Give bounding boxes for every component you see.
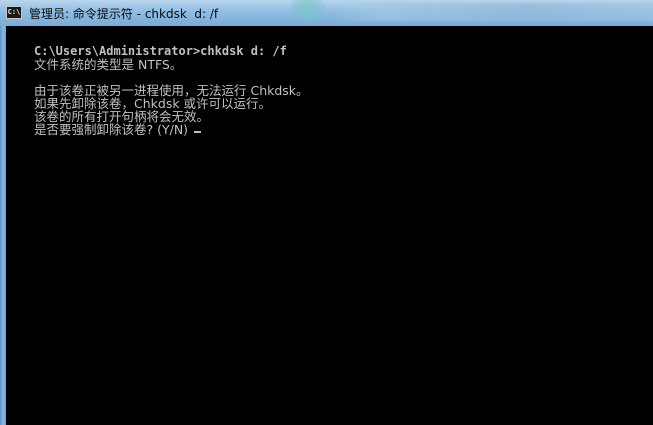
window-title: 管理员: 命令提示符 - chkdsk d: /f [29, 7, 219, 21]
console-right-edge [627, 26, 653, 425]
console-line-filesystem: 文件系统的类型是 NTFS。 [34, 57, 183, 72]
console-area[interactable]: C:\Users\Administrator>chkdsk d: /f 文件系统… [6, 26, 653, 425]
console-line-prompt: 是否要强制卸除该卷? (Y/N) [34, 122, 193, 137]
console-output: C:\Users\Administrator>chkdsk d: /f 文件系统… [34, 45, 634, 137]
title-bar[interactable]: C:\ 管理员: 命令提示符 - chkdsk d: /f [0, 0, 653, 26]
titlebar-blurred-background [330, 3, 653, 21]
command-prompt-window: C:\ 管理员: 命令提示符 - chkdsk d: /f C:\Users\A… [0, 0, 653, 425]
console-line-prompt-row: 是否要强制卸除该卷? (Y/N) [34, 123, 634, 136]
console-icon[interactable]: C:\ [6, 6, 22, 19]
titlebar-glow [290, 0, 326, 24]
text-cursor [194, 131, 202, 133]
